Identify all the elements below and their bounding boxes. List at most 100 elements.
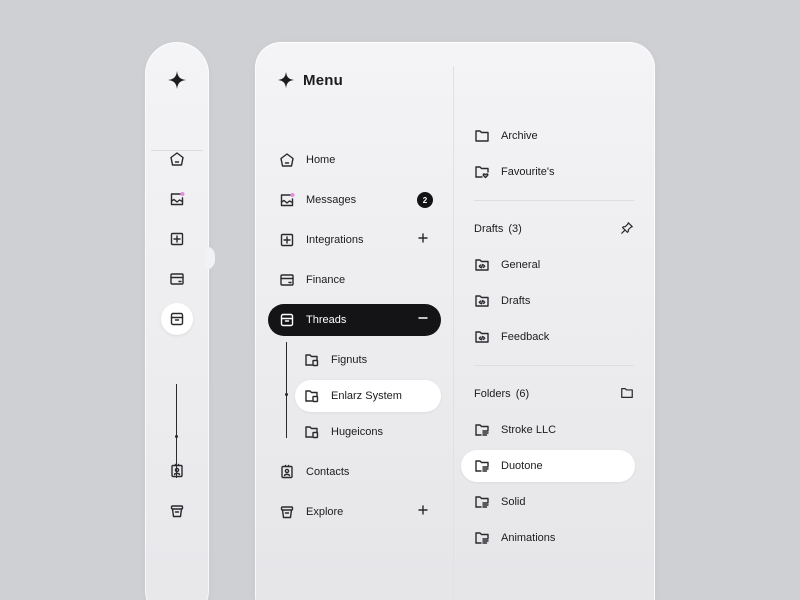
folders-item-duotone[interactable]: Duotone [461, 450, 635, 482]
nav-item-explore[interactable]: Explore [268, 496, 441, 528]
thread-item-hugeicons[interactable]: Hugeicons [295, 416, 441, 448]
thread-item-label: Hugeicons [331, 426, 383, 438]
add-folder-button[interactable] [620, 386, 634, 400]
icon-rail [145, 42, 209, 600]
plus-icon [418, 233, 428, 243]
nav-item-finance[interactable]: Finance [268, 264, 441, 296]
rail-threads-button[interactable] [161, 303, 193, 335]
drafts-item-label: Feedback [501, 331, 550, 343]
thread-item-fignuts[interactable]: Fignuts [295, 344, 441, 376]
nav-item-messages[interactable]: Messages 2 [268, 184, 441, 216]
package-icon [170, 312, 184, 326]
rail-home-button[interactable] [161, 143, 193, 175]
nav-item-integrations[interactable]: Integrations [268, 224, 441, 256]
minus-icon [418, 317, 428, 319]
rail-finance-button[interactable] [161, 263, 193, 295]
rail-thread-dot [175, 435, 178, 438]
drafts-section-header: Drafts (3) [474, 219, 634, 239]
nav-item-label: Messages [306, 194, 357, 206]
drafts-item-general[interactable]: General [461, 249, 635, 281]
threads-tree-dot [285, 393, 288, 396]
drafts-item-label: Drafts [501, 295, 531, 307]
thread-item-label: Fignuts [331, 354, 368, 366]
drafts-item-label: General [501, 259, 541, 271]
nav-item-label: Explore [306, 506, 344, 518]
folders-section-header: Folders (6) [474, 384, 634, 404]
stack-icon [280, 506, 294, 519]
plus-square-icon [280, 233, 294, 247]
folders-item-solid[interactable]: Solid [461, 486, 635, 518]
expand-integrations-button[interactable] [417, 232, 429, 244]
menu-title: Menu [303, 72, 343, 89]
folder-lines-icon [475, 460, 489, 472]
plus-square-icon [170, 232, 184, 246]
folder-item-label: Favourite's [501, 166, 555, 178]
folder-code-icon [475, 331, 489, 343]
plus-icon [418, 505, 428, 515]
nav-item-label: Threads [306, 314, 347, 326]
folder-item-favourites[interactable]: Favourite's [461, 156, 635, 188]
thread-item-label: Enlarz System [331, 390, 402, 402]
folder-lines-icon [475, 496, 489, 508]
folders-item-animations[interactable]: Animations [461, 522, 635, 554]
folder-code-icon [475, 259, 489, 271]
drafts-count: (3) [508, 223, 522, 235]
expand-explore-button[interactable] [417, 504, 429, 516]
folder-lines-icon [475, 532, 489, 544]
contact-card-icon [281, 464, 293, 479]
section-divider [474, 365, 634, 366]
folder-lines-icon [475, 424, 489, 436]
nav-item-label: Integrations [306, 234, 364, 246]
rail-explore-button[interactable] [161, 495, 193, 527]
messages-count-badge: 2 [417, 192, 433, 208]
folders-item-label: Duotone [501, 460, 543, 472]
folders-count: (6) [515, 388, 530, 400]
rail-integrations-button[interactable] [161, 223, 193, 255]
sparkle-logo-icon [167, 70, 187, 90]
card-icon [170, 273, 184, 285]
folders-item-label: Solid [501, 496, 526, 508]
stack-icon [170, 505, 184, 518]
folders-item-label: Stroke LLC [501, 424, 557, 436]
folder-icon [621, 388, 633, 398]
rail-contacts-button[interactable] [161, 455, 193, 487]
folder-file-icon [305, 354, 319, 367]
home-icon [170, 152, 184, 166]
collapse-threads-button[interactable] [417, 312, 429, 324]
folder-item-archive[interactable]: Archive [461, 120, 635, 152]
drafts-item-drafts[interactable]: Drafts [461, 285, 635, 317]
pin-icon [621, 222, 633, 234]
nav-item-threads[interactable]: Threads [268, 304, 441, 336]
folders-item-stroke-llc[interactable]: Stroke LLC [461, 414, 635, 446]
rail-messages-button[interactable] [161, 183, 193, 215]
pin-drafts-button[interactable] [620, 221, 634, 235]
threads-tree-line [286, 342, 287, 438]
folders-item-label: Animations [501, 532, 556, 544]
nav-item-contacts[interactable]: Contacts [268, 456, 441, 488]
section-divider [474, 200, 634, 201]
card-icon [280, 274, 294, 286]
contact-card-icon [171, 463, 183, 478]
column-divider [453, 66, 454, 600]
nav-item-label: Home [306, 154, 336, 166]
folders-title: Folders [474, 388, 511, 400]
folder-icon [475, 130, 489, 142]
inbox-icon [280, 193, 295, 207]
folder-code-icon [475, 295, 489, 307]
folder-item-label: Archive [501, 130, 538, 142]
folder-heart-icon [475, 166, 489, 179]
thread-item-enlarz-system[interactable]: Enlarz System [295, 380, 441, 412]
drafts-item-feedback[interactable]: Feedback [461, 321, 635, 353]
nav-item-label: Contacts [306, 466, 350, 478]
package-icon [280, 313, 294, 327]
nav-item-label: Finance [306, 274, 346, 286]
inbox-icon [170, 192, 185, 206]
folder-file-icon [305, 390, 319, 403]
nav-item-home[interactable]: Home [268, 144, 441, 176]
menu-panel: Menu Home Messages 2 Integrations Financ… [255, 42, 655, 600]
folder-file-icon [305, 426, 319, 439]
home-icon [280, 153, 294, 167]
rail-collapse-handle[interactable] [205, 246, 215, 270]
drafts-title: Drafts [474, 223, 504, 235]
sparkle-logo-icon [277, 71, 295, 89]
